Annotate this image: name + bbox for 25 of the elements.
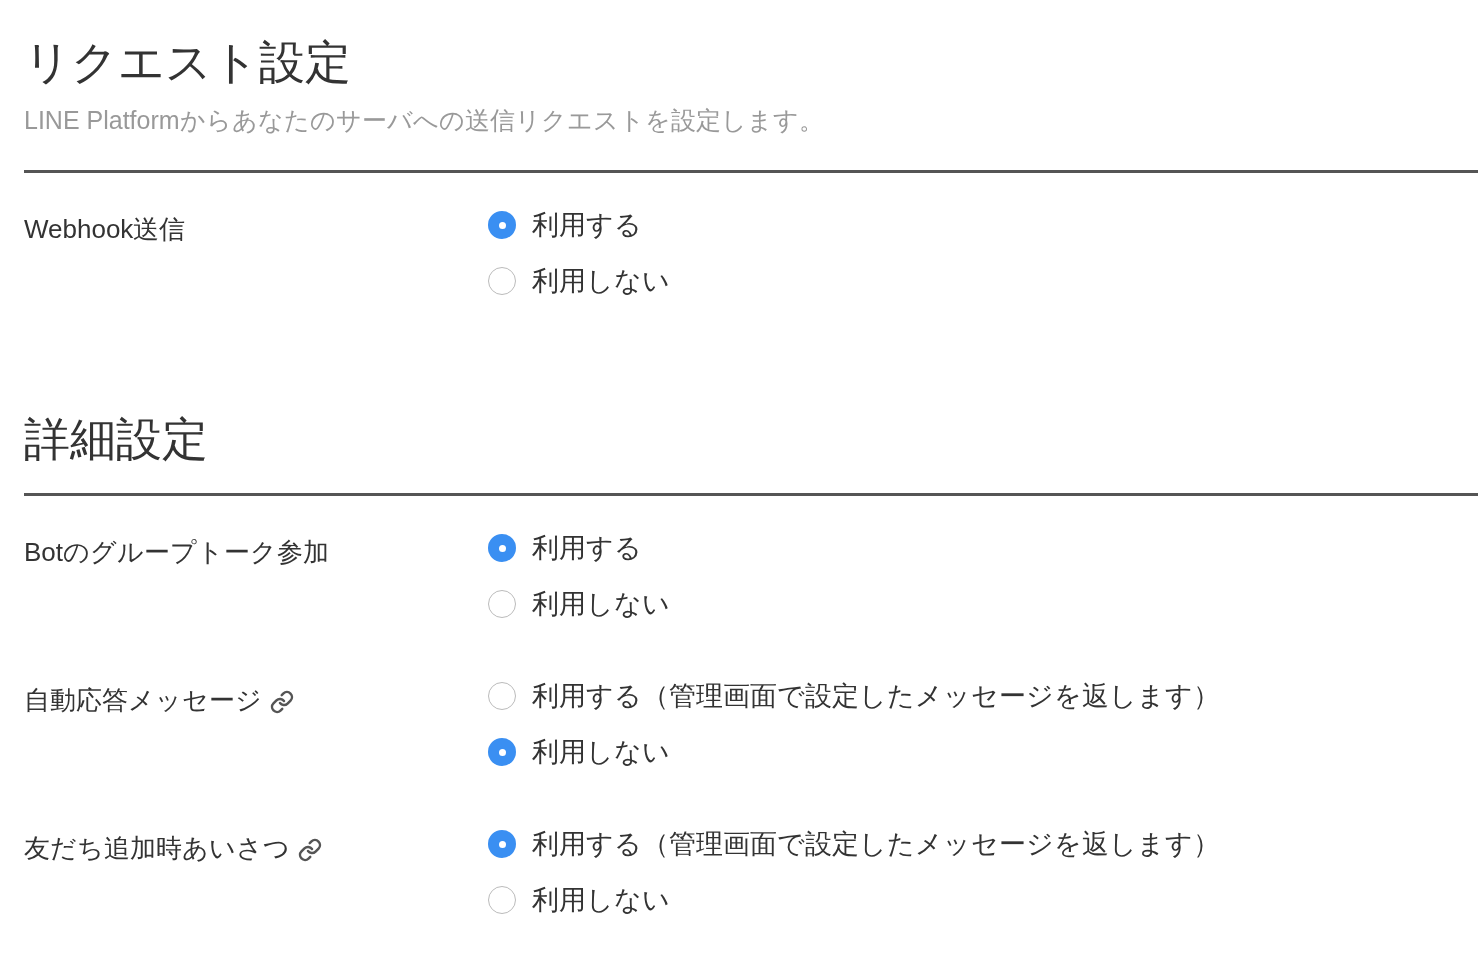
section-description: LINE Platformからあなたのサーバへの送信リクエストを設定します。 [24, 105, 824, 136]
radio-button[interactable] [488, 534, 516, 562]
radio-button[interactable] [488, 590, 516, 618]
radio-option[interactable]: 利用しない [488, 253, 670, 309]
radio-button[interactable] [488, 682, 516, 710]
radio-button[interactable] [488, 738, 516, 766]
radio-option[interactable]: 利用しない [488, 872, 670, 928]
radio-option[interactable]: 利用する [488, 197, 642, 253]
radio-option[interactable]: 利用しない [488, 724, 670, 780]
radio-option[interactable]: 利用する [488, 520, 642, 576]
radio-option[interactable]: 利用する（管理画面で設定したメッセージを返します） [488, 668, 1220, 724]
setting-label: Webhook送信 [24, 213, 186, 246]
radio-option[interactable]: 利用する（管理画面で設定したメッセージを返します） [488, 816, 1220, 872]
setting-label: 自動応答メッセージ [24, 684, 262, 717]
radio-button[interactable] [488, 267, 516, 295]
setting-label: Botのグループトーク参加 [24, 536, 330, 569]
radio-button[interactable] [488, 211, 516, 239]
radio-button[interactable] [488, 830, 516, 858]
link-icon[interactable] [270, 690, 294, 714]
radio-option[interactable]: 利用しない [488, 576, 670, 632]
setting-label: 友だち追加時あいさつ [24, 832, 290, 865]
section-title: 詳細設定 [24, 412, 208, 467]
radio-button[interactable] [488, 886, 516, 914]
link-icon[interactable] [298, 838, 322, 862]
section-title: リクエスト設定 [24, 35, 351, 90]
